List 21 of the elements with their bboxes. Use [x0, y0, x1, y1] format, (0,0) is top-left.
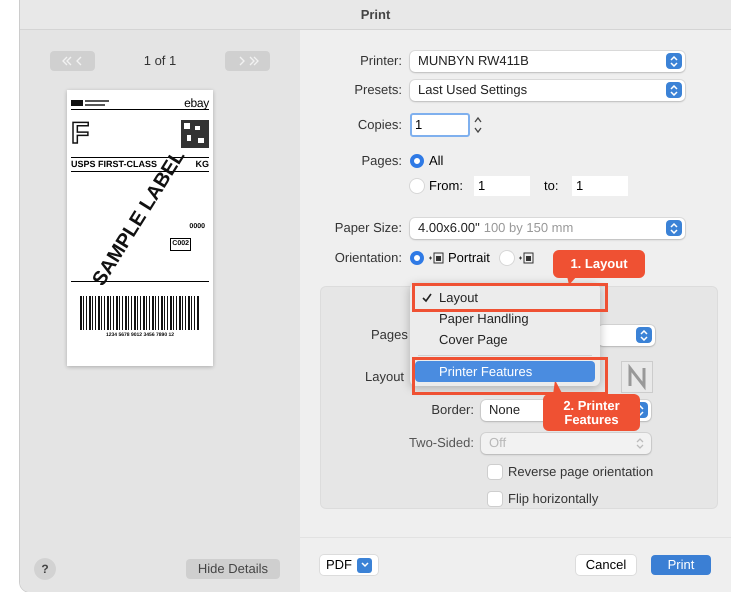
radio-label: Portrait	[448, 249, 490, 268]
pages-label: Pages:	[360, 152, 403, 170]
copies-label: Copies:	[356, 116, 403, 134]
service-text-end: KG	[196, 160, 209, 169]
radio-label: From:	[429, 177, 464, 196]
radio-label: All	[429, 152, 444, 170]
window-title: Print	[360, 6, 390, 24]
pages-per-sheet-label: Pages	[371, 326, 408, 344]
to-label: to:	[544, 177, 560, 196]
page-indicator: 1 of 1	[144, 52, 176, 70]
orientation-label: Orientation:	[334, 249, 403, 268]
checkbox-label: Flip horizontally	[508, 490, 598, 508]
checkbox-label: Reverse page orientation	[508, 462, 654, 481]
two-sided-label: Two-Sided:	[408, 434, 475, 452]
layout-label: Layout	[365, 368, 406, 386]
service-letter: F	[71, 118, 90, 148]
border-label: Border:	[430, 401, 475, 420]
logo-text: ebay	[184, 96, 209, 108]
printer-label: Printer:	[359, 52, 403, 70]
presets-label: Presets:	[353, 81, 403, 100]
paper-size-label: Paper Size:	[334, 219, 403, 238]
